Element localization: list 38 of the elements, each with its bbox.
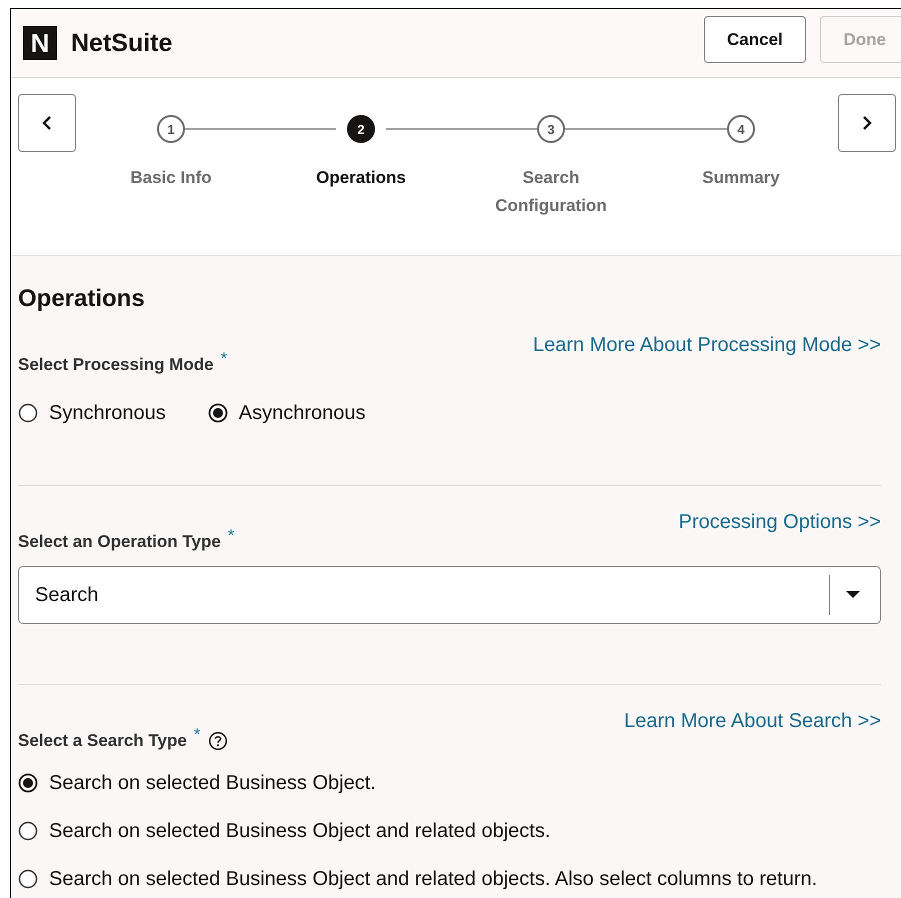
radio-label[interactable]: Search on selected Business Object and related objects. Also select columns to return.: [49, 867, 818, 891]
learn-more-link[interactable]: Learn More About Processing Mode >>: [533, 333, 881, 357]
radio-button[interactable]: [18, 403, 38, 423]
chevron-right-icon: [861, 115, 873, 131]
next-button[interactable]: [838, 94, 896, 152]
previous-button[interactable]: [18, 94, 76, 152]
dropdown-arrow-icon[interactable]: [846, 591, 860, 599]
select-field[interactable]: Search: [18, 566, 881, 624]
radio-label[interactable]: Asynchronous: [238, 401, 366, 425]
step-number[interactable]: 1: [157, 115, 185, 143]
step-number[interactable]: 4: [727, 115, 755, 143]
radio-button[interactable]: [208, 403, 228, 423]
required-mark: *: [228, 526, 234, 546]
radio-button[interactable]: [18, 773, 38, 793]
radio-button[interactable]: [18, 869, 38, 889]
step-number[interactable]: 2: [347, 115, 375, 143]
step-label[interactable]: Basic Info: [130, 164, 212, 192]
required-mark: *: [194, 725, 200, 745]
radio-label[interactable]: Search on selected Business Object and related objects.: [49, 819, 550, 843]
section-heading: Operations: [18, 284, 146, 314]
help-icon[interactable]: [208, 731, 228, 751]
step-label[interactable]: Operations: [316, 164, 406, 192]
learn-more-link[interactable]: Processing Options >>: [678, 510, 881, 534]
field-label: Select a Search Type: [18, 731, 187, 751]
step-number[interactable]: 3: [537, 115, 565, 143]
step-label[interactable]: Search Configuration: [481, 164, 621, 220]
radio-label[interactable]: Synchronous: [49, 401, 166, 425]
radio-button[interactable]: [18, 821, 38, 841]
radio-label[interactable]: Search on selected Business Object.: [49, 771, 376, 795]
cancel-button[interactable]: Cancel: [704, 16, 806, 63]
required-mark: *: [220, 349, 228, 369]
chevron-left-icon: [41, 115, 53, 131]
logo-icon: N: [23, 26, 57, 60]
field-label: Select an Operation Type: [18, 532, 221, 552]
learn-more-link[interactable]: Learn More About Search >>: [624, 709, 881, 733]
step-label[interactable]: Summary: [702, 164, 780, 192]
field-label: Select Processing Mode: [18, 355, 214, 375]
app-title: NetSuite: [71, 28, 172, 58]
